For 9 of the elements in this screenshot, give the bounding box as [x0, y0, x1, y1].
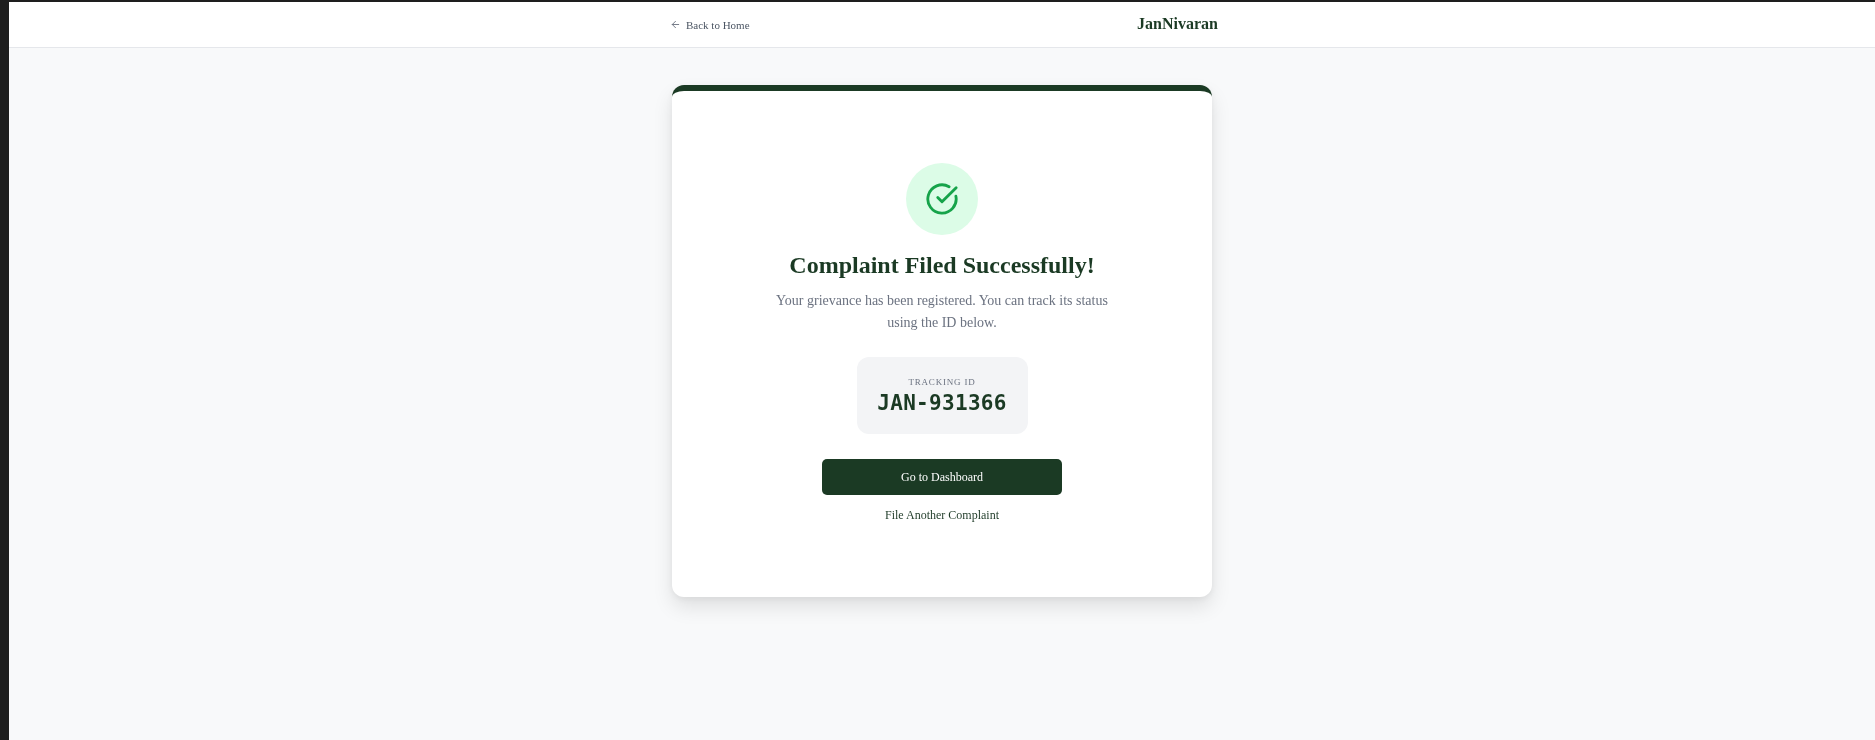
- tracking-id-label: TRACKING ID: [908, 375, 976, 388]
- arrow-left-icon: [670, 19, 681, 30]
- tracking-id-value: JAN-931366: [877, 389, 1007, 416]
- site-logo-text: JanNivaran: [1137, 15, 1218, 34]
- success-title: Complaint Filed Successfully!: [789, 251, 1095, 280]
- go-to-dashboard-button[interactable]: Go to Dashboard: [822, 459, 1062, 495]
- back-to-home-link[interactable]: Back to Home: [670, 18, 750, 31]
- file-another-complaint-link[interactable]: File Another Complaint: [885, 506, 999, 525]
- success-message: Your grievance has been registered. You can track its status using the ID below.: [775, 292, 1109, 332]
